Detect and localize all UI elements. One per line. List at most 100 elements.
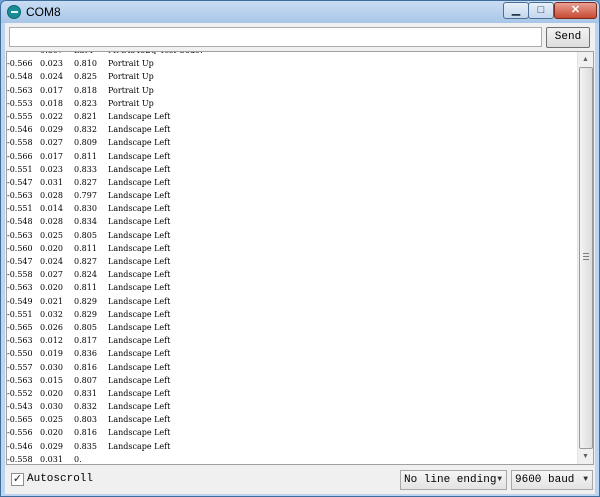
output-value: 0.024 [40, 257, 63, 266]
scroll-down-arrow-icon[interactable]: ▼ [578, 449, 593, 464]
output-value: Landscape Left [108, 402, 171, 412]
output-value: 0.827 [74, 257, 97, 266]
output-line: -0.548 0.028 0.834 Landscape Left [7, 215, 579, 228]
output-line: -0.558 0.027 0.824 Landscape Left [7, 268, 579, 281]
output-value: 0.809 [74, 138, 97, 148]
output-value: -0.566 [7, 151, 33, 161]
output-value: Landscape Left [108, 415, 171, 425]
output-value: -0.563 [7, 375, 33, 385]
minimize-button[interactable]: ▁ [503, 2, 529, 19]
output-value: -0.557 [7, 362, 33, 372]
output-value: 0.834 [74, 217, 97, 227]
output-line: -0.546 0.029 0.835 Landscape Left [7, 440, 579, 453]
line-ending-select[interactable]: No line ending ▼ [400, 470, 507, 490]
scroll-thumb[interactable] [579, 67, 593, 449]
output-value: 0.816 [74, 428, 97, 438]
output-value: 0.014 [40, 204, 63, 214]
output-line: -0.552 0.020 0.831 Landscape Left [7, 387, 579, 400]
output-value: 0.810 [74, 59, 97, 69]
output-value: 0.012 [40, 336, 63, 346]
output-value: Landscape Left [108, 138, 171, 148]
output-value: 0.821 [74, 111, 97, 121]
arduino-app-icon [7, 5, 21, 19]
output-value: 0. [74, 454, 82, 464]
output-value: 0.017 [40, 85, 63, 95]
scroll-up-arrow-icon[interactable]: ▲ [578, 52, 593, 67]
output-line: -0.560 0.020 0.811 Landscape Left [7, 242, 579, 255]
output-value: -0.551 [7, 164, 33, 174]
output-line: -0.558 0.031 0. [7, 453, 579, 464]
output-value: 0.019 [40, 349, 63, 359]
maximize-button[interactable]: □ [528, 2, 554, 19]
output-value: -0.547 [7, 177, 33, 187]
vertical-scrollbar[interactable]: ▲ ▼ [577, 52, 593, 464]
output-line: -0.551 0.023 0.833 Landscape Left [7, 163, 579, 176]
title-bar[interactable]: COM8 ▁ □ ✕ [1, 1, 599, 23]
output-value: 0.015 [40, 375, 63, 385]
output-value: Landscape Left [108, 257, 171, 266]
output-line: -0.563 0.015 0.807 Landscape Left [7, 374, 579, 387]
output-value: 0.030 [40, 362, 63, 372]
output-value: Landscape Left [108, 296, 171, 306]
output-value: 0.025 [40, 415, 63, 425]
output-value: -0.548 [7, 72, 33, 82]
output-value: 0.025 [40, 230, 63, 240]
output-line: -0.565 0.025 0.803 Landscape Left [7, 413, 579, 426]
output-value: 0.020 [40, 243, 63, 253]
output-line: -0.557 0.030 0.816 Landscape Left [7, 361, 579, 374]
output-value: 0.829 [74, 309, 97, 319]
output-value: -0.553 [7, 98, 33, 108]
output-value: -0.551 [7, 204, 33, 214]
output-value: 0.020 [40, 428, 63, 438]
output-value: Landscape Left [108, 230, 171, 240]
output-value: -0.551 [7, 309, 33, 319]
output-line: -0.550 0.019 0.836 Landscape Left [7, 347, 579, 360]
output-line: -0.563 0.017 0.818 Portrait Up [7, 84, 579, 97]
output-value: 0.029 [40, 441, 63, 451]
output-line: -0.563 0.025 0.805 Landscape Left [7, 229, 579, 242]
output-value: 0.811 [74, 243, 97, 253]
output-line: -0.549 0.021 0.829 Landscape Left [7, 295, 579, 308]
output-value: 0.027 [40, 270, 63, 280]
output-value: 0.020 [40, 388, 63, 398]
output-value: 0.836 [74, 349, 97, 359]
send-button[interactable]: Send [546, 27, 590, 48]
output-value: 0.811 [74, 151, 97, 161]
output-value: 0.032 [40, 309, 63, 319]
serial-monitor-window: COM8 ▁ □ ✕ Send 0.807LSMMMA8452Q Test Co… [0, 0, 600, 497]
output-value: -0.558 [7, 454, 33, 464]
output-value: -0.558 [7, 138, 33, 148]
autoscroll-checkbox[interactable]: ✓ [11, 473, 24, 486]
output-value: Landscape Left [108, 191, 171, 201]
output-value: 0.024 [40, 72, 63, 82]
output-value: 0.811 [74, 283, 97, 293]
output-value: MMA8452Q Test Code! [108, 52, 203, 55]
output-line: -0.551 0.032 0.829 Landscape Left [7, 308, 579, 321]
output-value: Portrait Up [108, 85, 154, 95]
serial-output-area[interactable]: 0.807LSMMMA8452Q Test Code!-0.5660.0230.… [6, 51, 594, 465]
chevron-down-icon: ▼ [497, 475, 502, 484]
output-value: 0.818 [74, 85, 97, 95]
output-value: -0.563 [7, 283, 33, 293]
output-value: -0.556 [7, 428, 33, 438]
output-value: Landscape Left [108, 428, 171, 438]
scroll-grip-line [583, 259, 589, 260]
output-value: Landscape Left [108, 243, 171, 253]
output-value: Landscape Left [108, 151, 171, 161]
autoscroll-label[interactable]: Autoscroll [27, 473, 93, 485]
output-value: Landscape Left [108, 270, 171, 280]
output-value: -0.552 [7, 388, 33, 398]
output-value: -0.546 [7, 441, 33, 451]
output-line: -0.563 0.028 0.797 Landscape Left [7, 189, 579, 202]
output-value: 0.018 [40, 98, 63, 108]
output-value: Landscape Left [108, 441, 171, 451]
output-value: 0.023 [40, 164, 63, 174]
output-value: -0.548 [7, 217, 33, 227]
output-value: 0.817 [74, 336, 97, 346]
output-line: -0.563 0.012 0.817 Landscape Left [7, 334, 579, 347]
close-button[interactable]: ✕ [554, 2, 597, 19]
output-value: 0.827 [74, 177, 97, 187]
serial-input-field[interactable] [9, 27, 542, 47]
output-value: Landscape Left [108, 125, 171, 135]
baud-rate-select[interactable]: 9600 baud ▼ [511, 470, 593, 490]
